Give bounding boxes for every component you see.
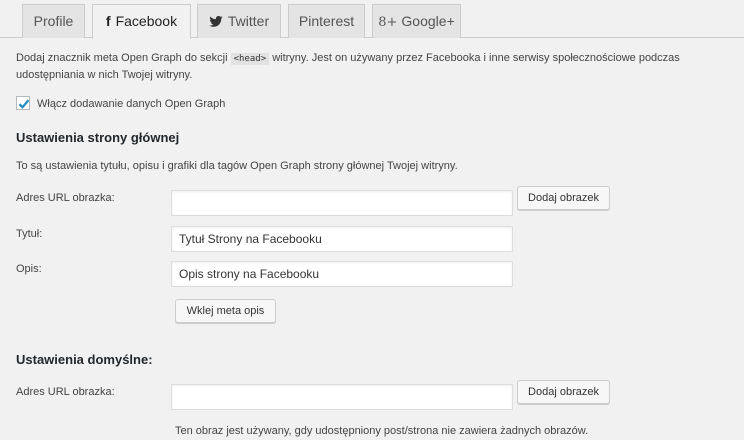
homepage-description-label: Opis:	[16, 263, 42, 275]
enable-open-graph-checkbox[interactable]	[16, 96, 30, 110]
homepage-settings-heading: Ustawienia strony głównej	[16, 130, 180, 145]
tab-google-plus[interactable]: 8+ Google+	[372, 4, 461, 38]
checkmark-icon	[18, 99, 30, 109]
default-image-url-label: Adres URL obrazka:	[16, 386, 115, 398]
facebook-icon: f	[105, 13, 111, 29]
twitter-icon	[209, 5, 223, 37]
homepage-title-input[interactable]: Tytuł Strony na Facebooku	[171, 226, 513, 252]
tab-label: Profile	[33, 13, 74, 29]
enable-open-graph-label[interactable]: Włącz dodawanie danych Open Graph	[37, 96, 225, 112]
homepage-add-image-button[interactable]: Dodaj obrazek	[517, 186, 610, 210]
default-image-help-text: Ten obraz jest używany, gdy udostępniony…	[175, 425, 589, 437]
tab-label: Google+	[401, 13, 455, 29]
intro-text: Dodaj znacznik meta Open Graph do sekcji…	[16, 52, 680, 81]
homepage-description-input[interactable]: Opis strony na Facebooku	[171, 261, 513, 287]
default-image-url-input[interactable]	[171, 384, 513, 410]
tab-facebook[interactable]: f Facebook	[92, 4, 191, 39]
tab-label: Facebook	[115, 13, 178, 29]
head-code: <head>	[230, 53, 270, 65]
paste-meta-description-button[interactable]: Wklej meta opis	[175, 299, 276, 323]
homepage-title-label: Tytuł:	[16, 228, 43, 240]
tab-label: Twitter	[227, 13, 270, 29]
tab-label: Pinterest	[298, 13, 355, 29]
homepage-image-url-input[interactable]	[171, 190, 513, 216]
tab-twitter[interactable]: Twitter	[197, 4, 281, 38]
tab-bar: Profile f Facebook Twitter Pinterest 8+ Go…	[0, 0, 744, 39]
homepage-settings-description: To są ustawienia tytułu, opisu i grafiki…	[16, 160, 458, 172]
homepage-image-url-label: Adres URL obrazka:	[16, 192, 115, 204]
default-add-image-button[interactable]: Dodaj obrazek	[517, 380, 610, 404]
tab-profile[interactable]: Profile	[22, 4, 85, 38]
default-settings-heading: Ustawienia domyślne:	[16, 352, 153, 367]
tab-pinterest[interactable]: Pinterest	[288, 4, 365, 38]
google-plus-icon: 8+	[378, 15, 398, 30]
